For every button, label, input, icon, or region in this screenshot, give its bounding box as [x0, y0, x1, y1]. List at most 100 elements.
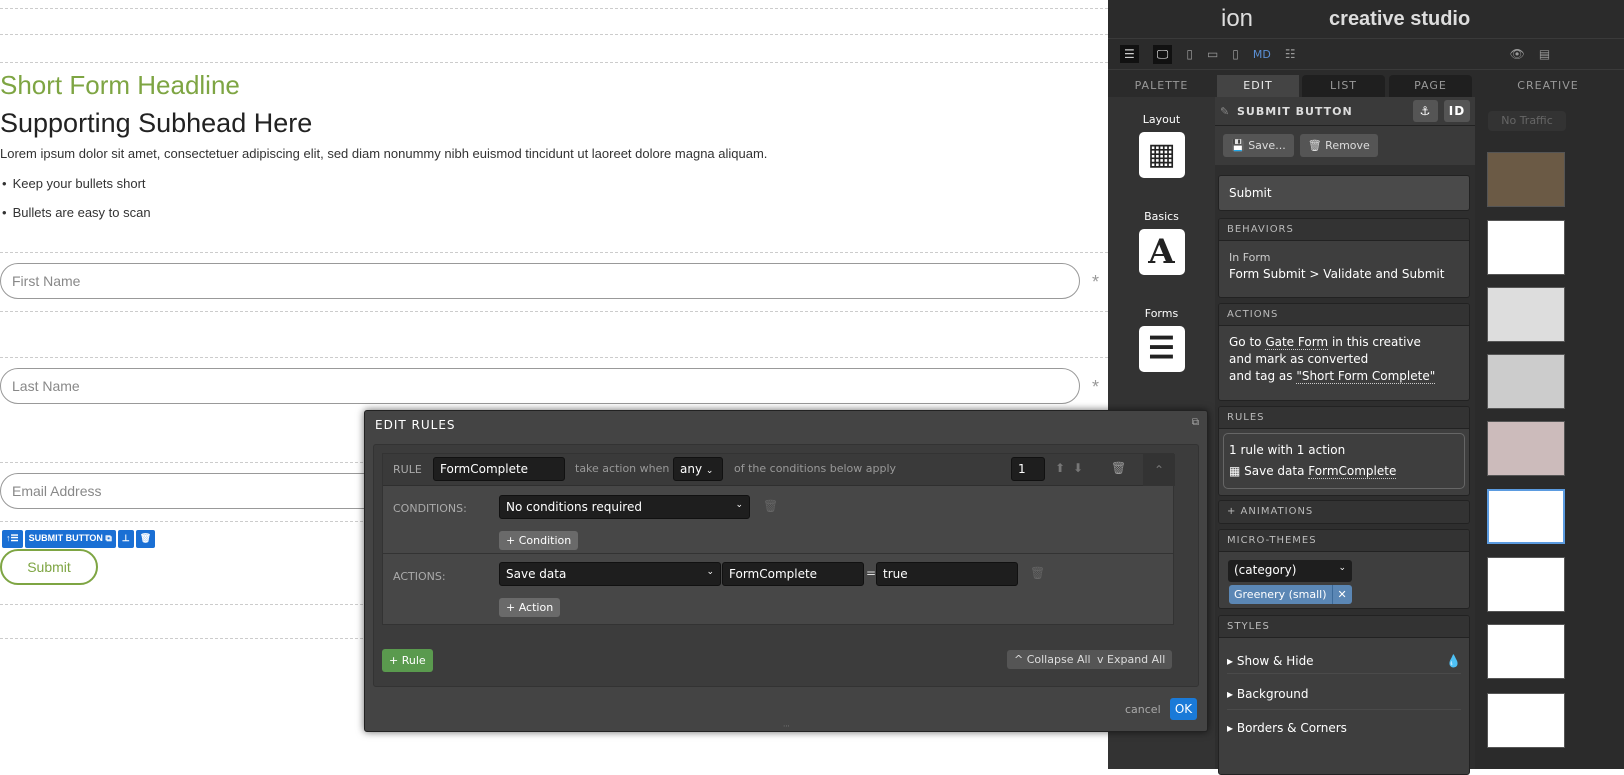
- phone-icon[interactable]: ▯: [1232, 47, 1239, 61]
- tab-page[interactable]: PAGE: [1389, 75, 1472, 97]
- page-thumbnail[interactable]: [1487, 624, 1565, 679]
- action-select[interactable]: Save data ⌄: [499, 562, 721, 586]
- submit-button[interactable]: Submit: [0, 549, 98, 585]
- animations-section[interactable]: + ANIMATIONS: [1218, 500, 1470, 524]
- collapse-all-button[interactable]: ^ Collapse All: [1007, 650, 1098, 669]
- style-item-borders[interactable]: ▸ Borders & Corners: [1227, 710, 1461, 746]
- page-thumbnail[interactable]: [1487, 421, 1565, 476]
- edit-panel: ✎ SUBMIT BUTTON ⚓ ID 💾 Save... 🗑 Remove …: [1215, 97, 1475, 775]
- divider: [0, 252, 1108, 253]
- save-button[interactable]: 💾 Save...: [1223, 134, 1294, 157]
- style-item-background[interactable]: ▸ Background: [1227, 674, 1461, 710]
- theme-tag: Greenery (small) ✕: [1229, 585, 1352, 604]
- move-down-icon[interactable]: ⬇: [1073, 461, 1083, 475]
- reorder-icon[interactable]: ↑☰: [2, 530, 23, 548]
- tab-edit[interactable]: EDIT: [1217, 75, 1299, 97]
- element-actions: 💾 Save... 🗑 Remove: [1215, 125, 1475, 165]
- page-thumbnail[interactable]: [1487, 693, 1565, 748]
- action-key-input[interactable]: FormComplete: [722, 562, 864, 586]
- preview-icon[interactable]: 👁: [1510, 47, 1525, 61]
- body-text[interactable]: Lorem ipsum dolor sit amet, consectetuer…: [0, 146, 767, 161]
- remove-label: Remove: [1325, 139, 1370, 152]
- actions-summary[interactable]: Go to Gate Form in this creative and mar…: [1219, 326, 1469, 393]
- expand-all-button[interactable]: v Expand All: [1090, 650, 1173, 669]
- tablet-landscape-icon[interactable]: ▭: [1207, 47, 1218, 61]
- add-action-button[interactable]: + Action: [499, 598, 561, 617]
- popout-icon[interactable]: ⧉: [1192, 417, 1199, 428]
- palette-item-forms[interactable]: Forms ☰: [1108, 307, 1215, 372]
- selection-label: SUBMIT BUTTON ⧉: [24, 530, 116, 548]
- rule-order-input[interactable]: 1: [1011, 457, 1045, 481]
- id-button[interactable]: ID: [1444, 100, 1470, 122]
- headline[interactable]: Short Form Headline: [0, 70, 240, 101]
- rules-count: 1 rule with 1 action: [1229, 443, 1346, 457]
- condition-select[interactable]: No conditions required ⌄: [499, 495, 750, 519]
- rules-summary[interactable]: 1 rule with 1 action ▦ Save data FormCom…: [1223, 433, 1465, 489]
- close-icon[interactable]: ✕: [1331, 585, 1352, 604]
- element-name-field[interactable]: Submit: [1218, 175, 1470, 211]
- rule-card: RULE FormComplete take action when any ⌄…: [382, 453, 1175, 625]
- ok-button[interactable]: OK: [1170, 698, 1197, 720]
- behavior-value[interactable]: Form Submit > Validate and Submit: [1229, 266, 1459, 283]
- action-value-input[interactable]: true: [876, 562, 1018, 586]
- add-rule-button[interactable]: + Rule: [382, 649, 433, 672]
- tablet-icon[interactable]: ▯: [1186, 47, 1193, 61]
- action-link[interactable]: Gate Form: [1265, 335, 1329, 350]
- chevron-down-icon: ⌄: [1338, 563, 1346, 573]
- anchor-icon[interactable]: ⚓: [1413, 100, 1438, 122]
- conditions-row: CONDITIONS: No conditions required ⌄ 🗑 + …: [383, 487, 1173, 554]
- trash-icon[interactable]: 🗑: [763, 499, 778, 513]
- rule-header: RULE FormComplete take action when any ⌄…: [383, 454, 1175, 486]
- page-thumbnail[interactable]: [1487, 557, 1565, 612]
- breakpoint-label[interactable]: MD: [1253, 48, 1271, 61]
- collapse-icon[interactable]: ⌃: [1143, 454, 1175, 486]
- match-select[interactable]: any ⌄: [673, 457, 723, 481]
- tab-list[interactable]: LIST: [1302, 75, 1385, 97]
- add-condition-button[interactable]: + Condition: [499, 531, 579, 550]
- subhead[interactable]: Supporting Subhead Here: [0, 108, 312, 139]
- palette-item-basics[interactable]: Basics A: [1108, 210, 1215, 275]
- action-link[interactable]: "Short Form Complete": [1296, 369, 1436, 384]
- style-item-show-hide[interactable]: ▸ Show & Hide 💧: [1227, 638, 1461, 674]
- pin-icon[interactable]: ⊥: [117, 530, 134, 548]
- layout-toggle-icon[interactable]: ☰: [1120, 45, 1139, 63]
- resize-handle[interactable]: ⋯: [783, 722, 790, 730]
- traffic-badge: No Traffic: [1488, 111, 1566, 131]
- actions-label: ACTIONS:: [393, 570, 446, 583]
- tag-label: Greenery (small): [1234, 588, 1327, 601]
- document-icon[interactable]: ▤: [1539, 47, 1550, 61]
- last-name-field[interactable]: Last Name: [0, 368, 1080, 404]
- page-thumbnail[interactable]: [1487, 287, 1565, 342]
- page-thumbnail[interactable]: [1487, 152, 1565, 207]
- remove-button[interactable]: 🗑 Remove: [1299, 134, 1378, 157]
- tab-palette[interactable]: PALETTE: [1108, 75, 1215, 97]
- palette-label: Forms: [1144, 307, 1179, 320]
- bullet[interactable]: Bullets are easy to scan: [0, 205, 151, 220]
- settings-sliders-icon[interactable]: ☷: [1285, 47, 1296, 61]
- section-title: + ANIMATIONS: [1219, 501, 1469, 523]
- element-header: ✎ SUBMIT BUTTON ⚓ ID: [1215, 97, 1475, 125]
- condition-value: No conditions required: [506, 500, 642, 514]
- ion-logo: ion: [1221, 5, 1254, 32]
- page-thumbnail[interactable]: [1487, 220, 1565, 275]
- divider: [0, 34, 1108, 35]
- element-title: SUBMIT BUTTON: [1237, 104, 1353, 118]
- first-name-field[interactable]: First Name: [0, 263, 1080, 299]
- page-thumbnail[interactable]: [1487, 354, 1565, 409]
- move-up-icon[interactable]: ⬆: [1055, 461, 1065, 475]
- rule-action-key[interactable]: FormComplete: [1308, 464, 1397, 479]
- cancel-link[interactable]: cancel: [1125, 703, 1161, 716]
- section-title: BEHAVIORS: [1219, 219, 1469, 241]
- tab-creative[interactable]: CREATIVE: [1472, 75, 1624, 97]
- category-select[interactable]: (category) ⌄: [1228, 560, 1352, 582]
- palette-label: Layout: [1142, 113, 1181, 126]
- rule-name-input[interactable]: FormComplete: [433, 457, 565, 481]
- bullet[interactable]: Keep your bullets short: [0, 176, 146, 191]
- trash-icon[interactable]: 🗑: [135, 530, 156, 548]
- page-thumbnail-selected[interactable]: [1487, 489, 1565, 544]
- palette-item-layout[interactable]: Layout ▦: [1108, 113, 1215, 178]
- trash-icon[interactable]: 🗑: [1111, 461, 1126, 475]
- rules-container: RULE FormComplete take action when any ⌄…: [373, 444, 1199, 687]
- desktop-icon[interactable]: 🖵: [1152, 44, 1173, 64]
- trash-icon[interactable]: 🗑: [1030, 566, 1045, 580]
